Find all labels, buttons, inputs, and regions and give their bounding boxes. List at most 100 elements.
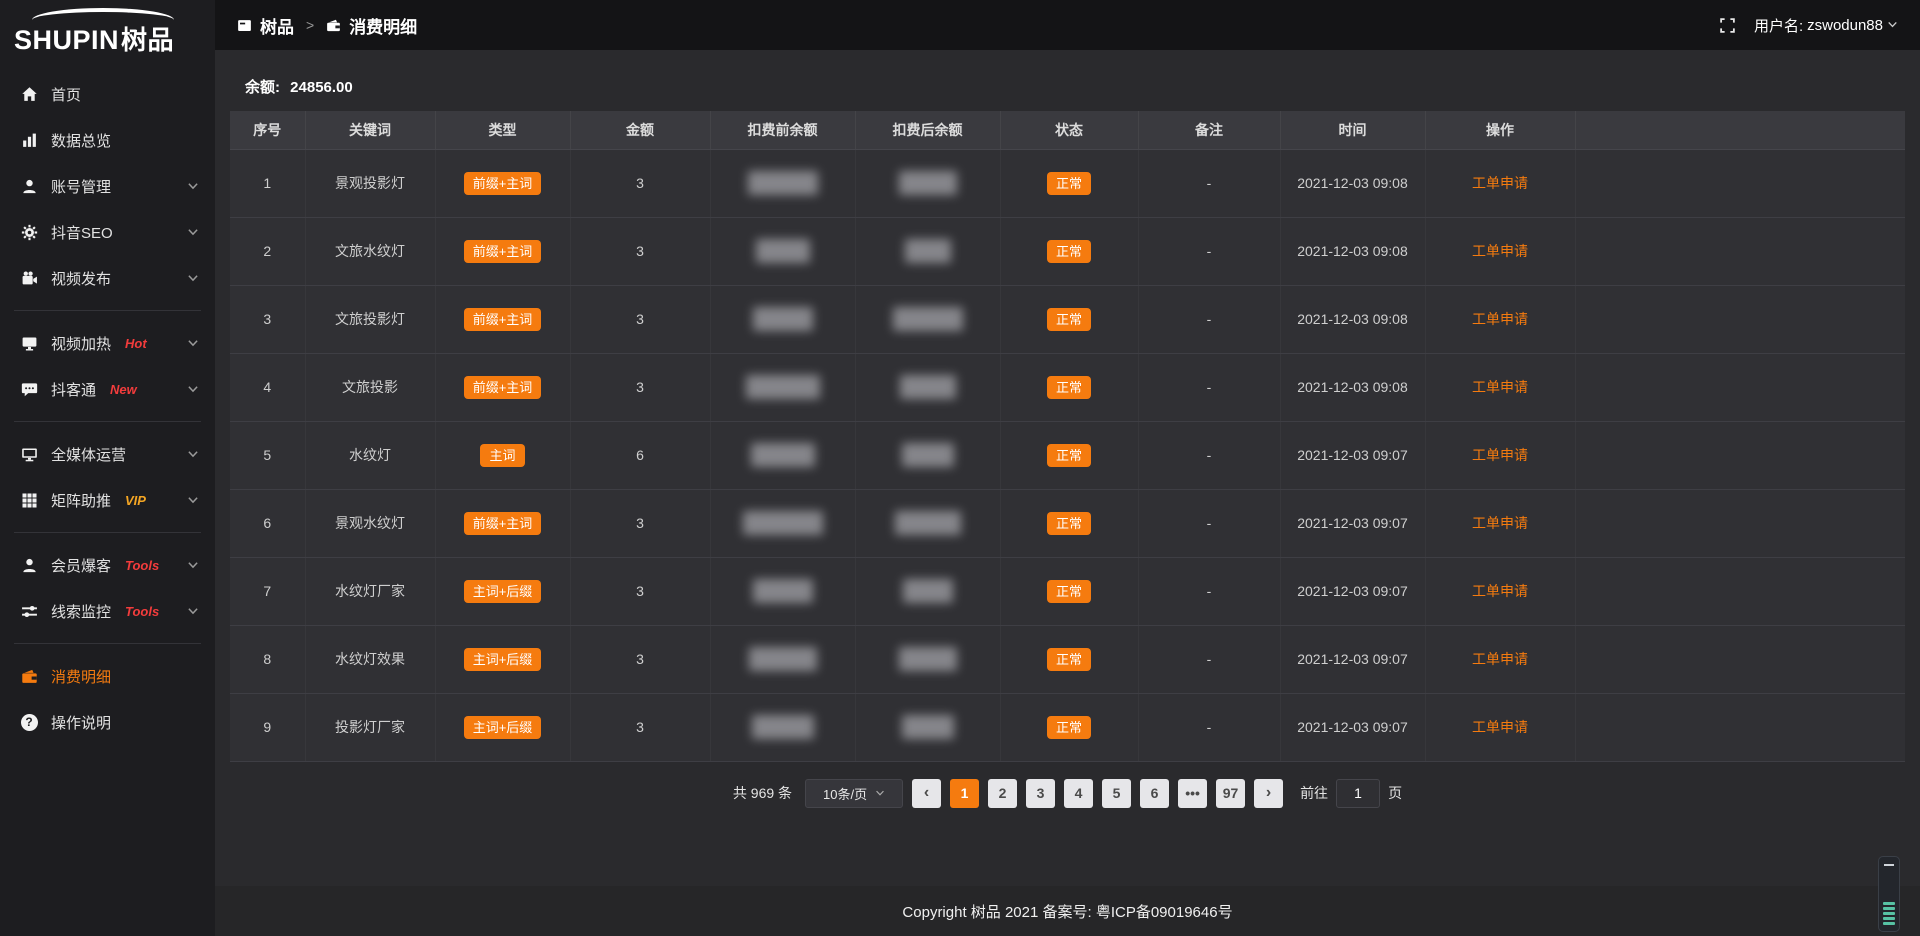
page-button-97[interactable]: 97 <box>1216 779 1245 808</box>
status-badge: 正常 <box>1047 512 1091 535</box>
cell-pre-balance <box>710 353 855 421</box>
sidebar-item-clue-monitor[interactable]: 线索监控Tools <box>0 588 215 634</box>
table-header: 序号关键词类型金额扣费前余额扣费后余额状态备注时间操作 <box>230 111 1905 149</box>
cell-filler <box>1575 421 1905 489</box>
sidebar-item-member-baoke[interactable]: 会员爆客Tools <box>0 542 215 588</box>
goto-suffix: 页 <box>1388 783 1402 803</box>
footer-copyright: Copyright 树品 2021 备案号: 粤ICP备09019646号 <box>902 901 1232 922</box>
cell-time: 2021-12-03 09:07 <box>1280 557 1425 625</box>
sidebar-divider <box>14 421 201 422</box>
balance: 余额: 24856.00 <box>215 50 1920 111</box>
cell-type: 前缀+主词 <box>435 353 570 421</box>
page-button-5[interactable]: 5 <box>1102 779 1131 808</box>
sidebar-item-data-overview[interactable]: 数据总览 <box>0 117 215 163</box>
sliders-icon <box>20 602 38 620</box>
table-row: 7水纹灯厂家主词+后缀3正常-2021-12-03 09:07工单申请 <box>230 557 1905 625</box>
sidebar-menu: 首页数据总览账号管理抖音SEO视频发布视频加热Hot抖客通New 全媒体运营矩阵助… <box>0 63 215 745</box>
sidebar-item-douyin-seo[interactable]: 抖音SEO <box>0 209 215 255</box>
cell-time: 2021-12-03 09:08 <box>1280 353 1425 421</box>
page-button-1[interactable]: 1 <box>950 779 979 808</box>
grid-icon <box>20 491 38 509</box>
cell-note: - <box>1138 353 1280 421</box>
cell-type: 主词 <box>435 421 570 489</box>
cell-post-balance <box>855 693 1000 761</box>
cell-pre-balance <box>710 489 855 557</box>
work-order-link[interactable]: 工单申请 <box>1472 243 1528 259</box>
cell-status: 正常 <box>1000 421 1138 489</box>
work-order-link[interactable]: 工单申请 <box>1472 719 1528 735</box>
sidebar-item-media-operation[interactable]: 全媒体运营 <box>0 431 215 477</box>
page-button-6[interactable]: 6 <box>1140 779 1169 808</box>
logo-arc <box>32 8 174 20</box>
cell-index: 4 <box>230 353 305 421</box>
chevron-down-icon <box>187 559 199 571</box>
page-buttons: ‹ 123456 ••• 97 › <box>912 779 1283 808</box>
type-badge: 主词+后缀 <box>464 580 542 603</box>
type-badge: 前缀+主词 <box>464 240 542 263</box>
chat-widget[interactable] <box>1878 856 1900 932</box>
cell-amount: 3 <box>570 149 710 217</box>
cell-status: 正常 <box>1000 557 1138 625</box>
sidebar-item-matrix-boost[interactable]: 矩阵助推VIP <box>0 477 215 523</box>
top-header: 树品 > 消费明细 用户名: zswodun88 <box>215 0 1920 50</box>
cell-post-balance <box>855 149 1000 217</box>
masked-value <box>893 307 963 331</box>
sidebar-item-video-heat[interactable]: 视频加热Hot <box>0 320 215 366</box>
breadcrumb-root[interactable]: 树品 <box>260 13 294 38</box>
cell-note: - <box>1138 625 1280 693</box>
table-row: 9投影灯厂家主词+后缀3正常-2021-12-03 09:07工单申请 <box>230 693 1905 761</box>
cell-action: 工单申请 <box>1425 217 1575 285</box>
cell-amount: 3 <box>570 353 710 421</box>
cell-index: 6 <box>230 489 305 557</box>
sidebar-item-operation-guide[interactable]: ?操作说明 <box>0 699 215 745</box>
cell-filler <box>1575 557 1905 625</box>
work-order-link[interactable]: 工单申请 <box>1472 651 1528 667</box>
consumption-table: 序号关键词类型金额扣费前余额扣费后余额状态备注时间操作 1景观投影灯前缀+主词3… <box>230 111 1905 762</box>
status-badge: 正常 <box>1047 716 1091 739</box>
sidebar-item-video-publish[interactable]: 视频发布 <box>0 255 215 301</box>
page-button-4[interactable]: 4 <box>1064 779 1093 808</box>
sidebar-item-account-manage[interactable]: 账号管理 <box>0 163 215 209</box>
goto-input[interactable] <box>1336 779 1380 808</box>
cell-filler <box>1575 489 1905 557</box>
cell-pre-balance <box>710 625 855 693</box>
cell-status: 正常 <box>1000 217 1138 285</box>
sidebar-item-consumption-detail[interactable]: 消费明细 <box>0 653 215 699</box>
chevron-down-icon <box>187 180 199 192</box>
work-order-link[interactable]: 工单申请 <box>1472 175 1528 191</box>
cell-time: 2021-12-03 09:07 <box>1280 421 1425 489</box>
cell-time: 2021-12-03 09:07 <box>1280 625 1425 693</box>
widget-lines-icon <box>1883 902 1895 925</box>
table-row: 6景观水纹灯前缀+主词3正常-2021-12-03 09:07工单申请 <box>230 489 1905 557</box>
sidebar-item-home[interactable]: 首页 <box>0 71 215 117</box>
cell-action: 工单申请 <box>1425 353 1575 421</box>
status-badge: 正常 <box>1047 376 1091 399</box>
next-page-button[interactable]: › <box>1254 779 1283 808</box>
breadcrumb: 树品 > 消费明细 <box>237 13 417 38</box>
cell-amount: 3 <box>570 625 710 693</box>
work-order-link[interactable]: 工单申请 <box>1472 379 1528 395</box>
work-order-link[interactable]: 工单申请 <box>1472 515 1528 531</box>
cell-filler <box>1575 217 1905 285</box>
page-button-2[interactable]: 2 <box>988 779 1017 808</box>
cell-amount: 3 <box>570 693 710 761</box>
status-badge: 正常 <box>1047 308 1091 331</box>
cell-filler <box>1575 625 1905 693</box>
more-pages-button[interactable]: ••• <box>1178 779 1207 808</box>
cell-filler <box>1575 353 1905 421</box>
type-badge: 前缀+主词 <box>464 172 542 195</box>
work-order-link[interactable]: 工单申请 <box>1472 311 1528 327</box>
sidebar-item-douketong[interactable]: 抖客通New <box>0 366 215 412</box>
user-menu[interactable]: 用户名: zswodun88 <box>1754 15 1898 36</box>
user-name: zswodun88 <box>1807 17 1883 34</box>
cell-keyword: 景观水纹灯 <box>305 489 435 557</box>
cell-type: 主词+后缀 <box>435 557 570 625</box>
work-order-link[interactable]: 工单申请 <box>1472 447 1528 463</box>
page-button-3[interactable]: 3 <box>1026 779 1055 808</box>
work-order-link[interactable]: 工单申请 <box>1472 583 1528 599</box>
cell-action: 工单申请 <box>1425 421 1575 489</box>
fullscreen-button[interactable] <box>1719 17 1736 34</box>
page-size-select[interactable]: 10条/页 <box>805 779 903 808</box>
prev-page-button[interactable]: ‹ <box>912 779 941 808</box>
type-badge: 前缀+主词 <box>464 376 542 399</box>
